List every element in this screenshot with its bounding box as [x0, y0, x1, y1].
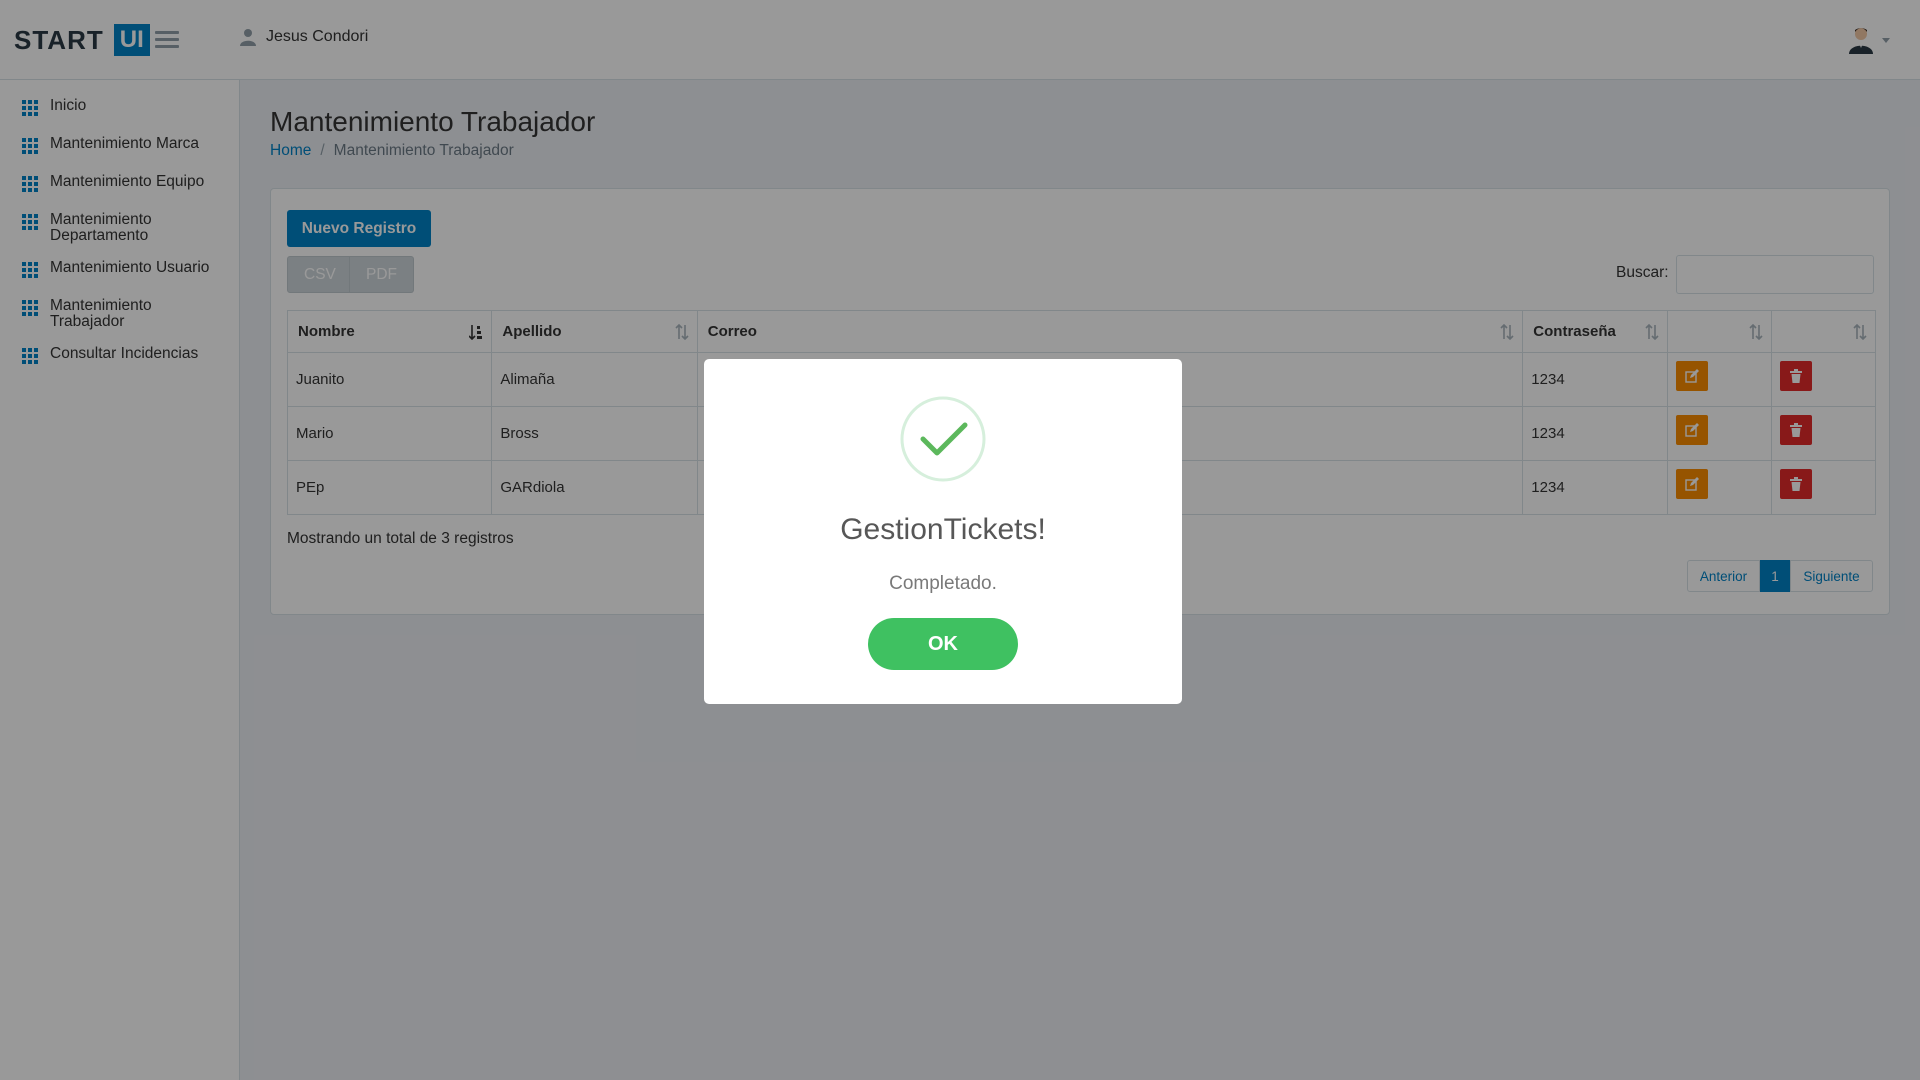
success-dialog: GestionTickets! Completado. OK — [704, 359, 1182, 704]
checkmark-icon — [900, 396, 986, 482]
ok-button[interactable]: OK — [868, 618, 1018, 670]
dialog-title: GestionTickets! — [840, 513, 1046, 546]
dialog-text: Completado. — [889, 573, 997, 594]
